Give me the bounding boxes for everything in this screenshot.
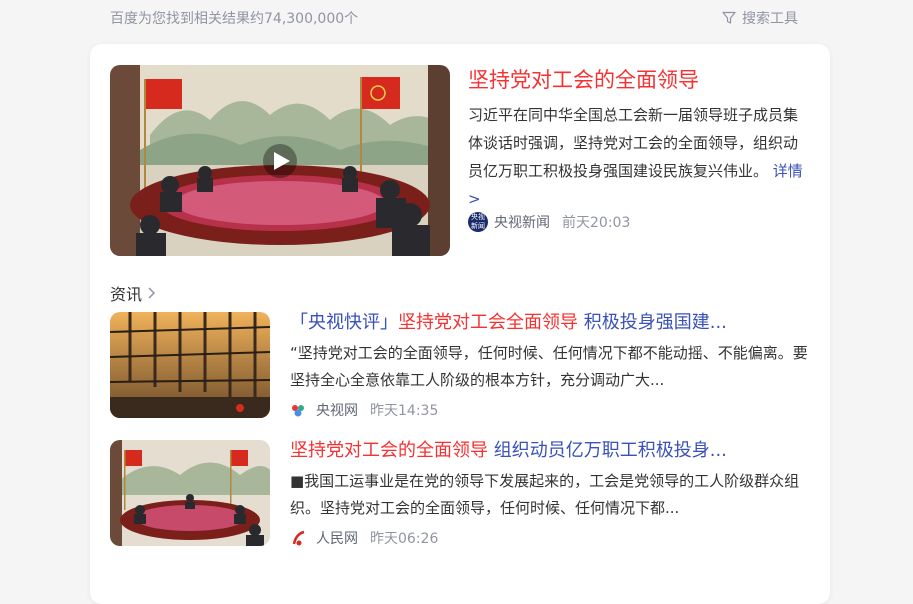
feature-description-text: 习近平在同中华全国总工会新一届领导班子成员集体谈话时强调，坚持党对工会的全面领导… (468, 106, 799, 180)
publish-time: 前天20:03 (562, 215, 631, 231)
news-item: 坚持党对工会的全面领导 组织动员亿万职工积极投身... ■我国工运事业是在党的领… (110, 440, 810, 548)
cctv-news-logo-icon: 央视 新闻 (468, 212, 488, 232)
news-title-highlight: 坚持党对工会全面领导 (398, 312, 578, 333)
meeting-image (110, 440, 270, 546)
news-title-link[interactable]: 「央视快评」坚持党对工会全面领导 积极投身强国建... (290, 308, 727, 334)
search-tools-label: 搜索工具 (742, 11, 798, 27)
meeting-image (110, 65, 450, 256)
feature-source: 央视 新闻 央视新闻 前天20:03 (468, 212, 630, 232)
news-description: ■我国工运事业是在党的领导下发展起来的，工会是党领导的工人阶级群众组织。坚持党对… (290, 472, 800, 517)
news-source: 人民网 昨天06:26 (290, 528, 438, 548)
news-thumbnail[interactable] (110, 312, 270, 418)
news-title-link[interactable]: 坚持党对工会的全面领导 组织动员亿万职工积极投身... (290, 436, 727, 462)
news-source: 央视网 昨天14:35 (290, 400, 438, 420)
people-daily-logo-icon (292, 530, 305, 546)
news-title-prefix: 「央视快评」 (290, 312, 398, 333)
source-name[interactable]: 央视新闻 (494, 212, 550, 232)
publish-time: 昨天06:26 (370, 531, 439, 547)
news-title-suffix: 积极投身强国建... (578, 312, 727, 333)
news-card: 坚持党对工会的全面领导 习近平在同中华全国总工会新一届领导班子成员集体谈话时强调… (90, 44, 830, 604)
results-topbar: 百度为您找到相关结果约74,300,000个 搜索工具 (0, 0, 913, 36)
news-description: “坚持党对工会的全面领导，任何时候、任何情况下都不能动摇、不能偏离。要坚持全心全… (290, 344, 808, 389)
publish-time: 昨天14:35 (370, 403, 439, 419)
news-thumbnail[interactable] (110, 440, 270, 546)
section-news-link[interactable]: 资讯 (110, 281, 156, 305)
section-label: 资讯 (110, 285, 143, 304)
feature-description: 习近平在同中华全国总工会新一届领导班子成员集体谈话时强调，坚持党对工会的全面领导… (468, 101, 810, 213)
news-item: 「央视快评」坚持党对工会全面领导 积极投身强国建... “坚持党对工会的全面领导… (110, 312, 810, 420)
result-count: 百度为您找到相关结果约74,300,000个 (110, 11, 359, 27)
search-tools-button[interactable]: 搜索工具 (722, 8, 798, 28)
chevron-right-icon (148, 287, 156, 299)
feature-video-thumbnail[interactable] (110, 65, 450, 256)
construction-image (110, 312, 270, 418)
feature-title-link[interactable]: 坚持党对工会的全面领导 (468, 64, 699, 94)
source-name[interactable]: 央视网 (316, 400, 358, 420)
cctv-logo-icon (292, 405, 304, 417)
news-title-suffix: 组织动员亿万职工积极投身... (488, 440, 727, 461)
news-title-highlight: 坚持党对工会的全面领导 (290, 440, 488, 461)
source-name[interactable]: 人民网 (316, 528, 358, 548)
filter-icon (722, 11, 736, 24)
